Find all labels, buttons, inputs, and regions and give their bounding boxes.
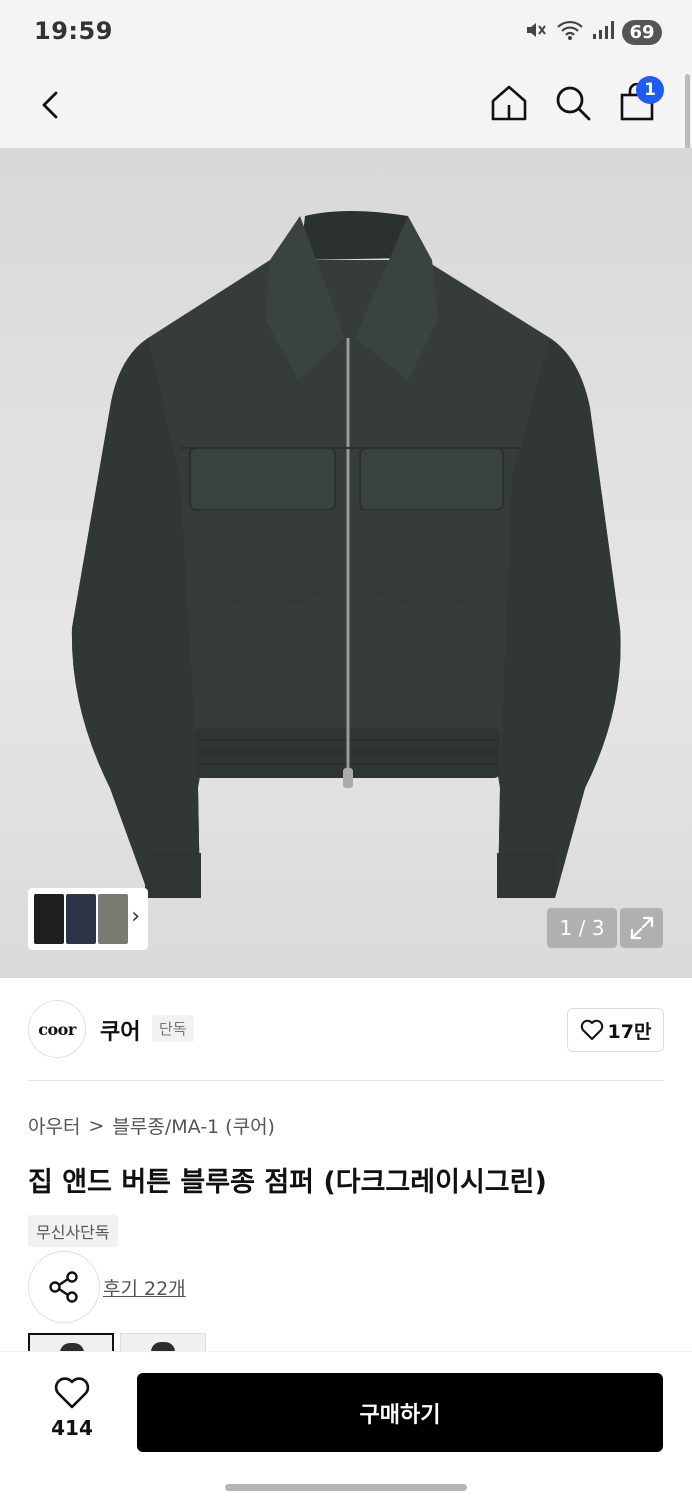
product-image-gallery[interactable]: › 1 / 3 — [0, 148, 692, 978]
brand-row: coor 쿠어 단독 17만 — [28, 1000, 664, 1060]
home-button[interactable] — [486, 80, 532, 126]
chevron-left-icon — [42, 91, 58, 119]
app-bar: 1 — [0, 64, 692, 148]
breadcrumb-category[interactable]: 아우터 — [28, 1112, 80, 1139]
breadcrumb-separator: > — [88, 1114, 105, 1137]
brand-exclusive-tag: 단독 — [152, 1015, 194, 1042]
cart-count-badge: 1 — [636, 76, 664, 104]
status-time: 19:59 — [34, 17, 113, 45]
wifi-icon — [556, 19, 584, 45]
exclusive-badge: 무신사단독 — [28, 1215, 118, 1247]
breadcrumb: 아우터 > 블루종/MA-1 (쿠어) — [28, 1112, 275, 1139]
thumbnail-image[interactable] — [66, 894, 96, 944]
divider — [28, 1080, 664, 1081]
color-options — [28, 1333, 328, 1351]
search-button[interactable] — [550, 80, 596, 126]
mute-icon — [524, 18, 548, 46]
home-icon — [491, 85, 527, 121]
image-page-counter: 1 / 3 — [547, 908, 617, 948]
status-icons: 69 — [524, 18, 662, 46]
share-icon — [49, 1271, 78, 1303]
image-thumbnail-strip[interactable]: › — [28, 888, 148, 950]
expand-image-button[interactable] — [620, 908, 663, 948]
breadcrumb-subcategory[interactable]: 블루종/MA-1 (쿠어) — [112, 1112, 275, 1139]
color-option[interactable] — [120, 1333, 206, 1351]
heart-icon — [54, 1377, 90, 1409]
brand-like-count: 17만 — [607, 1020, 652, 1043]
thumbnail-image[interactable] — [34, 894, 64, 944]
brand-logo[interactable]: coor — [28, 1000, 86, 1058]
review-link[interactable]: 후기 22개 — [103, 1274, 186, 1301]
product-image — [71, 211, 621, 898]
wishlist-count: 414 — [51, 1416, 93, 1440]
share-button[interactable] — [28, 1251, 100, 1323]
battery-indicator: 69 — [622, 19, 662, 45]
brand-like-button[interactable]: 17만 — [567, 1008, 664, 1052]
chevron-right-icon[interactable]: › — [131, 904, 140, 929]
search-icon — [556, 86, 591, 121]
heart-icon — [580, 1019, 603, 1040]
signal-icon — [592, 20, 614, 44]
buy-button[interactable]: 구매하기 — [137, 1373, 663, 1452]
color-option-selected[interactable] — [28, 1333, 114, 1351]
status-bar: 19:59 69 — [0, 0, 692, 64]
back-button[interactable] — [28, 82, 74, 128]
brand-name[interactable]: 쿠어 — [100, 1014, 140, 1046]
scrollbar[interactable] — [685, 74, 690, 154]
cart-button[interactable]: 1 — [614, 76, 664, 126]
expand-icon — [630, 916, 653, 940]
product-title: 집 앤드 버튼 블루종 점퍼 (다크그레이시그린) — [28, 1167, 547, 1198]
thumbnail-image[interactable] — [98, 894, 128, 944]
wishlist-button[interactable]: 414 — [40, 1376, 104, 1446]
bottom-action-bar: 414 구매하기 — [0, 1351, 692, 1500]
home-indicator[interactable] — [225, 1484, 467, 1491]
